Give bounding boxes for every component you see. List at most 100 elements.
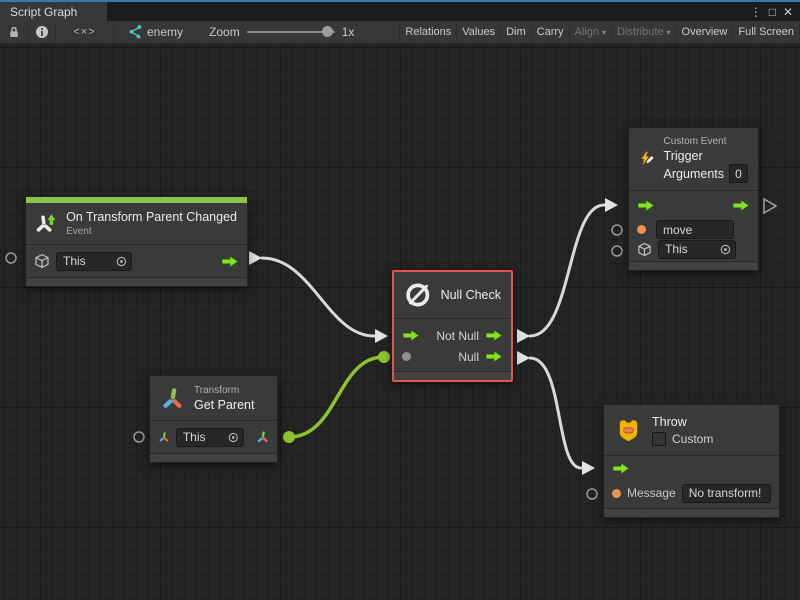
node-footer (394, 371, 511, 380)
toolbar-button-distribute[interactable]: Distribute ▾ (612, 21, 676, 43)
input-port-circle[interactable] (612, 246, 622, 256)
toolbar-button-overview[interactable]: Overview (677, 21, 734, 43)
graph-toolbar: <×> enemy Zoom 1x Relations Values Dim C… (0, 21, 800, 44)
wire-arrowhead (249, 251, 262, 265)
flow-output-port[interactable] (221, 255, 239, 268)
chevron-down-icon: ▾ (602, 28, 606, 37)
tab-script-graph[interactable]: Script Graph (0, 2, 107, 21)
message-label: Message (627, 486, 676, 500)
inspect-button[interactable] (28, 21, 56, 43)
node-on-transform-parent-changed[interactable]: On Transform Parent Changed Event (25, 196, 248, 287)
toolbar-toggle-group: Relations Values Dim Carry Align ▾ Distr… (399, 21, 800, 43)
zoom-slider[interactable] (247, 31, 335, 33)
wire-endpoint (378, 351, 390, 363)
node-footer (629, 261, 758, 270)
node-custom-event-trigger[interactable]: Custom Event Trigger Arguments 0 (628, 127, 759, 271)
code-view-button[interactable]: <×> (56, 21, 114, 43)
arguments-count-field[interactable]: 0 (729, 164, 748, 183)
toolbar-button-dim[interactable]: Dim (501, 21, 532, 43)
null-check-icon (404, 281, 432, 309)
node-title: On Transform Parent Changed (66, 209, 237, 225)
toolbar-button-align[interactable]: Align ▾ (570, 21, 612, 43)
connection-wire-event-to-nullcheck[interactable] (262, 258, 374, 336)
target-input[interactable] (183, 430, 228, 444)
custom-checkbox[interactable] (652, 432, 666, 446)
message-field[interactable] (682, 484, 771, 503)
object-picker-icon[interactable] (228, 431, 239, 444)
zoom-slider-handle[interactable] (322, 26, 333, 37)
wire-arrowhead (375, 329, 388, 343)
input-port-circle[interactable] (134, 432, 144, 442)
lock-button[interactable] (0, 21, 28, 43)
node-title: Null Check (441, 287, 501, 303)
tab-title: Script Graph (10, 5, 77, 19)
flow-output-port[interactable] (732, 199, 750, 212)
node-throw[interactable]: Throw Custom Message (603, 404, 780, 518)
flow-input-port[interactable] (637, 199, 655, 212)
toolbar-button-carry[interactable]: Carry (532, 21, 570, 43)
zoom-control: Zoom 1x (209, 21, 354, 43)
connection-wire-null-to-throw[interactable] (530, 358, 581, 468)
close-icon[interactable]: ✕ (783, 6, 793, 18)
toolbar-button-relations[interactable]: Relations (400, 21, 457, 43)
zoom-value: 1x (342, 25, 355, 39)
node-category: Custom Event (664, 135, 748, 148)
maximize-icon[interactable]: □ (769, 6, 776, 18)
connection-wire-notnull-to-trigger[interactable] (530, 205, 604, 336)
graph-canvas[interactable]: On Transform Parent Changed Event (0, 44, 800, 600)
object-picker-icon[interactable] (116, 255, 127, 268)
transform-output-port[interactable] (256, 429, 270, 445)
node-null-check[interactable]: Null Check Not Null Null (392, 270, 513, 382)
event-name-field[interactable] (656, 220, 734, 239)
lock-icon (7, 25, 21, 39)
node-footer (26, 277, 247, 286)
graph-breadcrumb[interactable]: enemy (128, 21, 183, 43)
code-icon: <×> (73, 26, 95, 38)
port-label-null: Null (458, 350, 479, 364)
node-category: Transform (194, 384, 254, 397)
wire-arrowhead (517, 329, 530, 343)
transform-icon (160, 386, 185, 411)
connection-wire-getparent-to-nullcheck[interactable] (289, 357, 384, 437)
gameobject-icon (637, 242, 652, 257)
target-field[interactable] (176, 428, 244, 447)
value-input-port[interactable] (402, 352, 411, 361)
message-input[interactable] (689, 486, 766, 500)
input-port-circle[interactable] (612, 225, 622, 235)
port-label-not-null: Not Null (436, 329, 479, 343)
input-port-circle[interactable] (6, 253, 16, 263)
target-input[interactable] (63, 254, 116, 268)
toolbar-button-fullscreen[interactable]: Full Screen (733, 21, 800, 43)
object-picker-icon[interactable] (720, 243, 731, 256)
flow-input-port[interactable] (402, 329, 420, 342)
node-title: Throw (652, 414, 713, 430)
target-field[interactable] (56, 252, 132, 271)
flow-output-port-not-null[interactable] (485, 329, 503, 342)
window-menu-icon[interactable]: ⋮ (750, 6, 762, 18)
wire-arrowhead (605, 198, 618, 212)
value-input-port[interactable] (637, 225, 646, 234)
tab-bar: Script Graph ⋮ □ ✕ (0, 2, 800, 21)
node-footer (604, 508, 779, 517)
graph-name: enemy (147, 25, 183, 39)
output-port-triangle[interactable] (764, 199, 776, 213)
zoom-label: Zoom (209, 25, 240, 39)
flow-input-port[interactable] (612, 462, 630, 475)
input-port-circle[interactable] (587, 489, 597, 499)
node-subtitle: Event (66, 225, 237, 238)
event-name-input[interactable] (663, 223, 729, 237)
arguments-label: Arguments (664, 166, 724, 182)
flow-output-port-null[interactable] (485, 350, 503, 363)
target-field[interactable] (658, 240, 736, 259)
chevron-down-icon: ▾ (667, 28, 671, 37)
toolbar-button-values[interactable]: Values (457, 21, 501, 43)
transform-input-icon[interactable] (158, 430, 170, 444)
node-title: Get Parent (194, 397, 254, 413)
gameobject-icon (34, 253, 50, 269)
target-input[interactable] (665, 242, 720, 256)
wire-arrowhead (517, 351, 530, 365)
value-input-port[interactable] (612, 489, 621, 498)
custom-event-icon (639, 145, 655, 173)
wire-endpoint (283, 431, 295, 443)
node-get-parent[interactable]: Transform Get Parent (149, 375, 278, 463)
